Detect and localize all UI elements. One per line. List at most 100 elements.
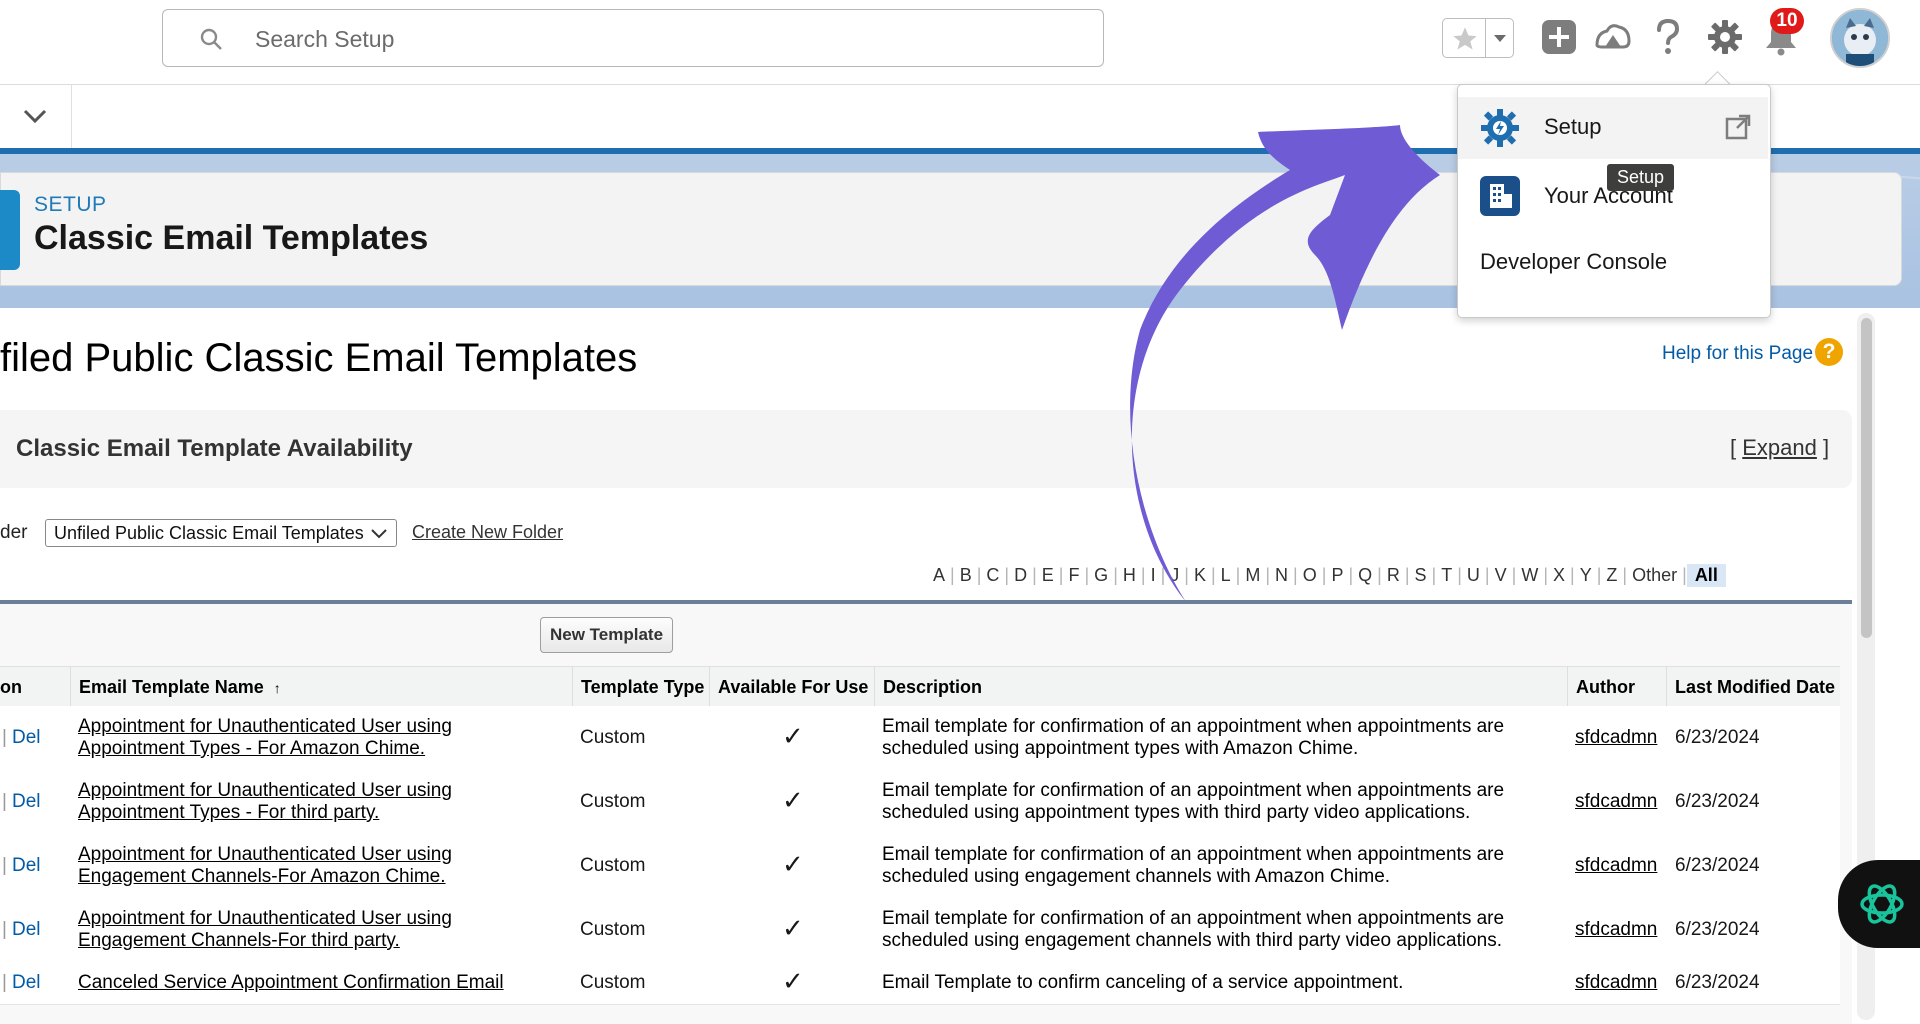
avatar[interactable] [1830, 8, 1890, 68]
setup-menu: Setup Your Account Developer Console [1457, 84, 1771, 318]
description-line: scheduled using engagement channels with… [882, 866, 1391, 887]
alphabet-letter-v[interactable]: V [1490, 565, 1512, 586]
alphabet-letter-f[interactable]: F [1063, 565, 1084, 586]
description-line: scheduled using appointment types with t… [882, 802, 1471, 823]
template-name-link[interactable]: Appointment for Unauthenticated User usi… [78, 780, 452, 824]
header-modified[interactable]: Last Modified Date [1666, 667, 1840, 707]
chevron-down-icon[interactable] [20, 104, 50, 133]
chevron-down-icon[interactable] [1491, 29, 1509, 52]
alphabet-letter-c[interactable]: C [981, 565, 1004, 586]
alphabet-letter-r[interactable]: R [1382, 565, 1405, 586]
header-type[interactable]: Template Type [572, 667, 709, 707]
table-row: | Del Appointment for Unauthenticated User… [0, 834, 1840, 899]
header-name[interactable]: Email Template Name ↑ [70, 667, 572, 707]
folder-label: der [0, 522, 28, 543]
alphabet-filter: A | B | C | D | E | F | G | H | I | J | K | L | M | N | O | P | Q | R | S | T |… [928, 564, 1726, 587]
availability-title: Classic Email Template Availability [16, 435, 413, 462]
template-description: Email template for confirmation of an ap… [882, 780, 1504, 824]
available-check-icon: ✓ [782, 966, 804, 996]
create-new-folder-link[interactable]: Create New Folder [412, 522, 563, 543]
alphabet-letter-l[interactable]: L [1216, 565, 1236, 586]
template-type: Custom [580, 855, 646, 876]
menu-item-setup[interactable]: Setup [1458, 97, 1768, 159]
menu-item-developer-console-label: Developer Console [1480, 249, 1668, 274]
alphabet-letter-h[interactable]: H [1118, 565, 1141, 586]
alphabet-letter-k[interactable]: K [1189, 565, 1211, 586]
description-line: Email template for confirmation of an ap… [882, 908, 1505, 929]
alphabet-letter-q[interactable]: Q [1353, 565, 1377, 586]
template-name-link[interactable]: Appointment for Unauthenticated User usi… [78, 716, 452, 760]
delete-link[interactable]: Del [12, 919, 41, 941]
section-heading: filed Public Classic Email Templates [0, 336, 638, 380]
delete-link[interactable]: Del [12, 727, 41, 749]
last-modified-date: 6/23/2024 [1675, 919, 1760, 940]
template-name-link[interactable]: Appointment for Unauthenticated User usi… [78, 844, 452, 888]
sort-ascending-icon: ↑ [273, 680, 281, 696]
delete-link[interactable]: Del [12, 855, 41, 877]
alphabet-letter-z[interactable]: Z [1601, 565, 1622, 586]
alphabet-letter-i[interactable]: I [1146, 565, 1161, 586]
alphabet-letter-s[interactable]: S [1410, 565, 1432, 586]
chevron-down-icon [370, 525, 388, 546]
author-link[interactable]: sfdcadmn [1575, 972, 1657, 994]
header-description[interactable]: Description [874, 667, 1567, 707]
help-icon[interactable] [1645, 14, 1691, 60]
alphabet-letter-p[interactable]: P [1326, 565, 1348, 586]
scrollbar-thumb[interactable] [1861, 318, 1872, 638]
alphabet-letter-j[interactable]: J [1165, 565, 1184, 586]
template-name-line: Engagement Channels-For Amazon Chime. [78, 866, 446, 887]
author-link[interactable]: sfdcadmn [1575, 791, 1657, 813]
alphabet-letter-b[interactable]: B [955, 565, 977, 586]
alphabet-letter-x[interactable]: X [1548, 565, 1570, 586]
description-line: Email Template to confirm canceling of a… [882, 972, 1404, 993]
favorites-button[interactable] [1442, 18, 1514, 58]
alphabet-letter-n[interactable]: N [1270, 565, 1293, 586]
template-name-line: Appointment Types - For Amazon Chime. [78, 738, 426, 759]
global-actions-plus-icon[interactable] [1536, 14, 1582, 60]
alphabet-letter-a[interactable]: A [928, 565, 950, 586]
header-author[interactable]: Author [1567, 667, 1666, 707]
alphabet-letter-all[interactable]: All [1686, 564, 1726, 587]
building-icon [1480, 176, 1520, 216]
description-line: scheduled using appointment types with A… [882, 738, 1359, 759]
header-available[interactable]: Available For Use [709, 667, 874, 707]
alphabet-letter-d[interactable]: D [1009, 565, 1032, 586]
external-link-icon [1724, 113, 1752, 146]
search-input[interactable]: Search Setup [162, 9, 1104, 67]
table-row: | Del Appointment for Unauthenticated User… [0, 706, 1840, 771]
expand-link[interactable]: Expand [1742, 435, 1817, 460]
alphabet-letter-o[interactable]: O [1298, 565, 1322, 586]
alphabet-letter-e[interactable]: E [1037, 565, 1059, 586]
alphabet-letter-u[interactable]: U [1462, 565, 1485, 586]
action-separator: | [2, 855, 7, 876]
alphabet-letter-other[interactable]: Other [1627, 565, 1682, 586]
delete-link[interactable]: Del [12, 972, 41, 994]
last-modified-date: 6/23/2024 [1675, 727, 1760, 748]
gear-icon[interactable] [1702, 14, 1748, 60]
author-link[interactable]: sfdcadmn [1575, 855, 1657, 877]
alphabet-letter-w[interactable]: W [1516, 565, 1543, 586]
alphabet-letter-y[interactable]: Y [1575, 565, 1597, 586]
template-type: Custom [580, 727, 646, 748]
assistant-bubble[interactable] [1838, 860, 1920, 948]
table-row: | Del Canceled Service Appointment Confirm… [0, 962, 1840, 1005]
alphabet-letter-m[interactable]: M [1240, 565, 1265, 586]
new-template-button[interactable]: New Template [540, 617, 673, 653]
trailhead-icon[interactable] [1590, 14, 1636, 60]
help-icon[interactable]: ? [1815, 338, 1843, 366]
alphabet-letter-t[interactable]: T [1436, 565, 1457, 586]
template-description: Email template for confirmation of an ap… [882, 844, 1504, 888]
star-icon[interactable] [1451, 25, 1479, 58]
template-name-link[interactable]: Appointment for Unauthenticated User usi… [78, 908, 452, 952]
expand-control: [ Expand ] [1730, 435, 1829, 461]
author-link[interactable]: sfdcadmn [1575, 727, 1657, 749]
folder-select[interactable]: Unfiled Public Classic Email Templates [45, 519, 397, 547]
delete-link[interactable]: Del [12, 791, 41, 813]
search-icon [199, 27, 223, 56]
template-name-link[interactable]: Canceled Service Appointment Confirmatio… [78, 972, 504, 994]
menu-item-developer-console[interactable]: Developer Console [1458, 231, 1768, 293]
author-link[interactable]: sfdcadmn [1575, 919, 1657, 941]
alphabet-letter-g[interactable]: G [1089, 565, 1113, 586]
breadcrumb: SETUP [34, 193, 107, 216]
help-link[interactable]: Help for this Page [1662, 343, 1813, 365]
